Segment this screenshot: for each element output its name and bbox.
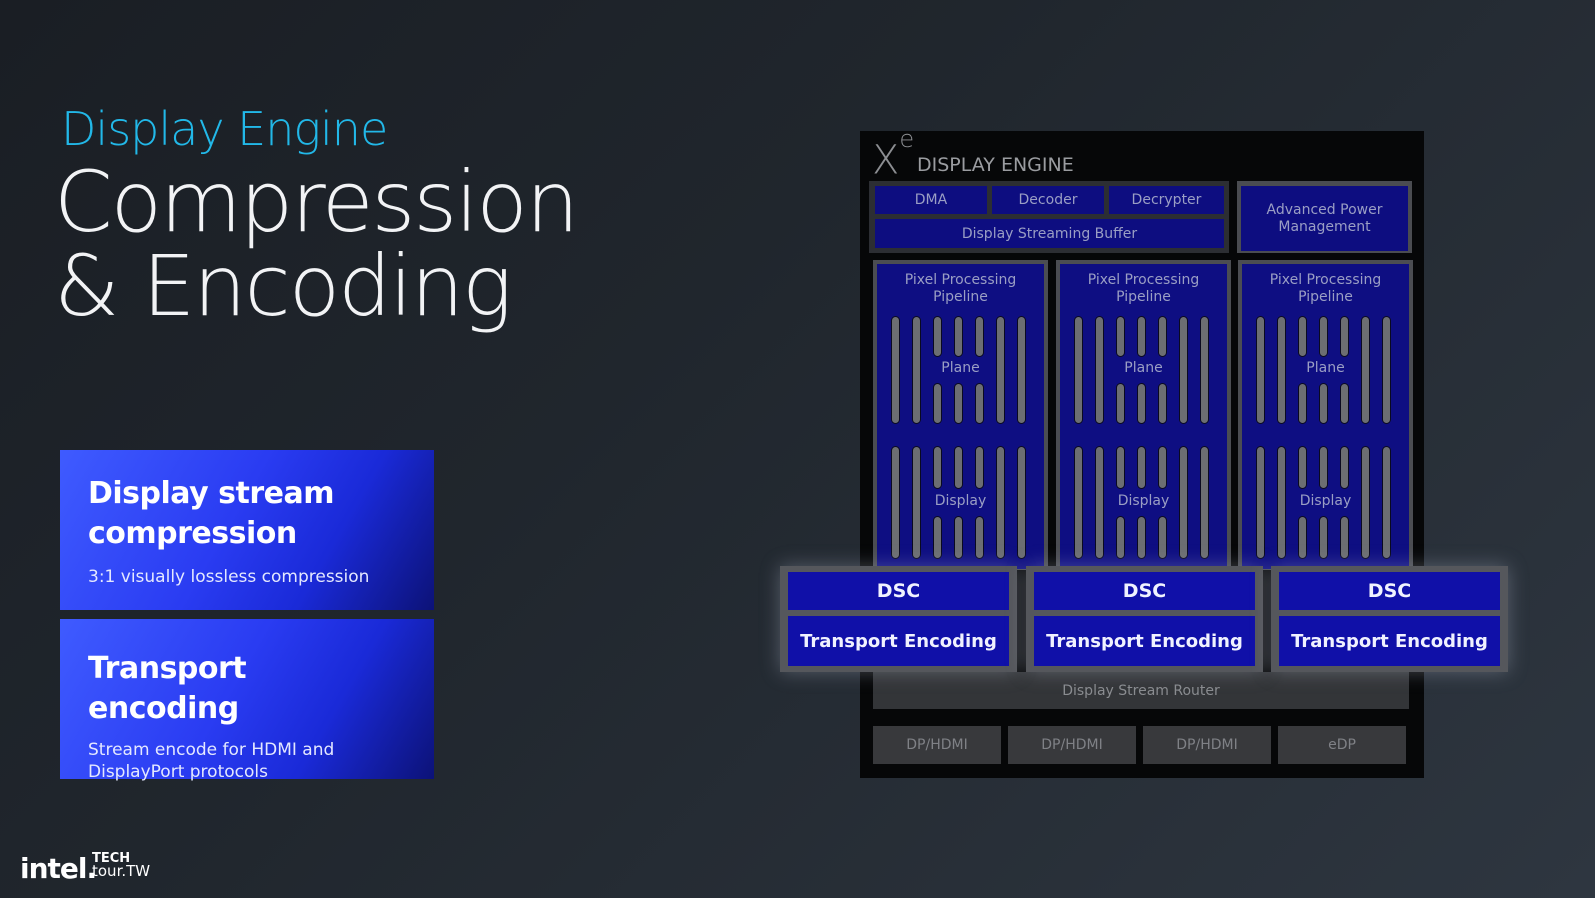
plane-label: Plane: [1306, 360, 1345, 376]
plane-lane-bar: [933, 316, 942, 357]
apm-line-1: Advanced Power: [1266, 201, 1383, 218]
event-line-2: tour.TW: [92, 862, 151, 880]
plane-lane-bar: [1340, 383, 1349, 424]
display-lane-bar: [954, 516, 963, 559]
event-logo: TECH tour.TW: [92, 852, 151, 880]
card-subtitle-line-2: DisplayPort protocols: [88, 762, 268, 782]
plane-lane-bar: [1116, 383, 1125, 424]
card-title: Transport encoding: [88, 651, 247, 726]
streaming-buffer-block: Display Streaming Buffer: [875, 219, 1224, 248]
display-label: Display: [1299, 492, 1352, 509]
plane-lane-bar: [975, 316, 984, 357]
pipeline-label-line-1: Pixel Processing: [1087, 272, 1200, 288]
pipeline-label: Pixel Processing Pipeline: [1242, 272, 1409, 306]
display-lane-bar: [954, 446, 963, 489]
card-title: Display stream: [88, 476, 334, 511]
pipeline-label: Pixel Processing Pipeline: [1060, 272, 1227, 306]
dsc-block: DSC: [1279, 572, 1500, 610]
plane-lane-bar: [975, 383, 984, 424]
pixel-processing-pipeline: Pixel Processing Pipeline Plane Display: [1242, 264, 1409, 569]
plane-lane-bar: [1137, 383, 1146, 424]
port-edp: eDP: [1278, 726, 1406, 764]
display-lane-bar: [1319, 516, 1328, 559]
port-dp-hdmi-2: DP/HDMI: [1008, 726, 1136, 764]
feature-card-dsc: Display stream compression 3:1 visually …: [60, 450, 434, 610]
display-lane-bar: [1340, 446, 1349, 489]
display-lane-bar: [1137, 446, 1146, 489]
display-stream-router: Display Stream Router: [873, 672, 1409, 709]
feature-card-transport: Transport encoding Stream encode for HDM…: [60, 619, 434, 782]
plane-lane-bar: [1158, 316, 1167, 357]
display-lane-bar: [933, 516, 942, 559]
card-subtitle: Stream encode for HDMI and DisplayPort p…: [88, 739, 406, 783]
pipeline-label-line-2: Pipeline: [1116, 289, 1171, 305]
plane-lane-bar: [1319, 383, 1328, 424]
display-label: Display: [1117, 492, 1170, 509]
pipeline-label-line-1: Pixel Processing: [904, 272, 1017, 288]
display-lane-bar: [1319, 446, 1328, 489]
apm-line-2: Management: [1278, 218, 1371, 235]
pipeline-label: Pixel Processing Pipeline: [877, 272, 1044, 306]
power-management-block: Advanced Power Management: [1241, 186, 1408, 251]
display-label: Display: [934, 492, 987, 509]
pixel-processing-pipeline: Pixel Processing Pipeline Plane Display: [1060, 264, 1227, 569]
port-dp-hdmi-3: DP/HDMI: [1143, 726, 1271, 764]
xe-logo: Xe: [872, 125, 914, 184]
pipeline-label-line-2: Pipeline: [933, 289, 988, 305]
dsc-block: DSC: [788, 572, 1009, 610]
intel-logo: intel.: [20, 852, 97, 885]
display-lane-bar: [975, 446, 984, 489]
plane-lane-bar: [954, 316, 963, 357]
title-line-2: & Encoding: [54, 237, 512, 335]
plane-lane-bar: [1137, 316, 1146, 357]
xe-logo-e: e: [899, 125, 915, 153]
pixel-processing-pipeline: Pixel Processing Pipeline Plane Display: [877, 264, 1044, 569]
display-lane-bar: [1158, 446, 1167, 489]
xe-logo-x: X: [872, 137, 900, 184]
pipeline-label-line-1: Pixel Processing: [1269, 272, 1382, 288]
display-lane-bar: [1298, 446, 1307, 489]
plane-lane-bar: [1298, 383, 1307, 424]
plane-lane-bar: [1319, 316, 1328, 357]
transport-encoding-block: Transport Encoding: [1279, 616, 1500, 666]
plane-lane-bar: [1298, 316, 1307, 357]
plane-lane-bar: [933, 383, 942, 424]
card-subtitle-line-1: Stream encode for HDMI and: [88, 740, 335, 760]
card-subtitle: 3:1 visually lossless compression: [88, 567, 370, 587]
decrypter-block: Decrypter: [1109, 186, 1224, 214]
display-lane-bar: [1158, 516, 1167, 559]
slide-title: Compression & Encoding: [54, 153, 579, 335]
slide-kicker: Display Engine: [61, 102, 388, 156]
transport-encoding-block: Transport Encoding: [788, 616, 1009, 666]
plane-lane-bar: [1158, 383, 1167, 424]
port-dp-hdmi-1: DP/HDMI: [873, 726, 1001, 764]
plane-label: Plane: [941, 360, 980, 376]
card-title-2: compression: [88, 516, 297, 551]
decoder-block: Decoder: [992, 186, 1104, 214]
display-lane-bar: [1340, 516, 1349, 559]
plane-label: Plane: [1124, 360, 1163, 376]
display-lane-bar: [1116, 516, 1125, 559]
display-lane-bar: [975, 516, 984, 559]
plane-lane-bar: [1116, 316, 1125, 357]
dsc-block: DSC: [1034, 572, 1255, 610]
engine-title: DISPLAY ENGINE: [917, 154, 1074, 176]
plane-lane-bar: [954, 383, 963, 424]
display-lane-bar: [933, 446, 942, 489]
display-lane-bar: [1137, 516, 1146, 559]
plane-lane-bar: [1340, 316, 1349, 357]
pipeline-label-line-2: Pipeline: [1298, 289, 1353, 305]
display-lane-bar: [1116, 446, 1125, 489]
dma-block: DMA: [875, 186, 987, 214]
transport-encoding-block: Transport Encoding: [1034, 616, 1255, 666]
title-line-1: Compression: [54, 153, 579, 251]
display-lane-bar: [1298, 516, 1307, 559]
